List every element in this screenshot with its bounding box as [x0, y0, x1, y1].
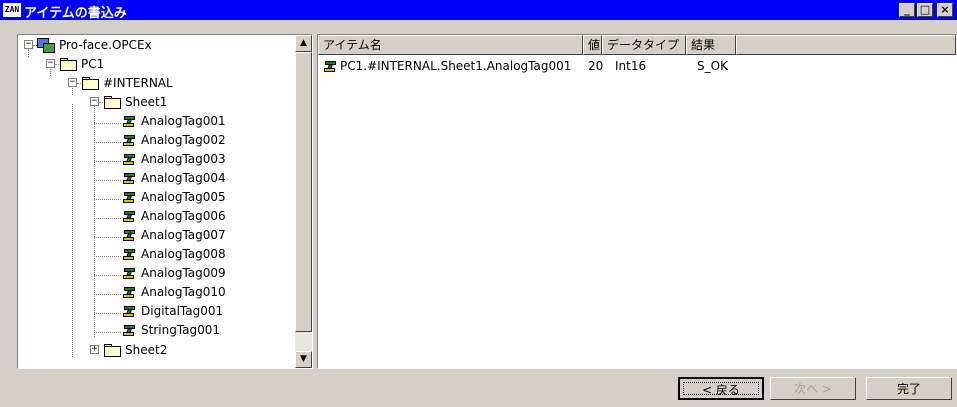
- collapse-icon[interactable]: −: [68, 78, 77, 87]
- tree-node-pro-face-opcex[interactable]: − Pro-face.OPCEx: [18, 36, 288, 55]
- tag-icon: [324, 60, 337, 73]
- item-list[interactable]: アイテム名 値 データタイプ 結果 PC1.#INTERNAL.Sheet1.A…: [317, 34, 957, 369]
- tree-node-internal[interactable]: − #INTERNAL: [18, 74, 288, 93]
- tag-icon: [123, 153, 136, 166]
- minimize-button[interactable]: _: [899, 3, 915, 17]
- tree-node-analogtag006[interactable]: AnalogTag006: [18, 207, 288, 226]
- tree-node-analogtag001[interactable]: AnalogTag001: [18, 112, 288, 131]
- row-data-type: Int16: [615, 59, 647, 73]
- tree-node-stringtag001[interactable]: StringTag001: [18, 321, 288, 340]
- column-header-item-name[interactable]: アイテム名: [318, 35, 583, 55]
- tag-icon: [123, 115, 136, 128]
- tree-node-digitaltag001[interactable]: DigitalTag001: [18, 302, 288, 321]
- tree-node-analogtag002[interactable]: AnalogTag002: [18, 131, 288, 150]
- tree-node-label: AnalogTag005: [141, 190, 226, 204]
- collapse-icon[interactable]: −: [46, 59, 55, 68]
- tag-icon: [123, 267, 136, 280]
- window-title: アイテムの書込み: [24, 6, 127, 21]
- next-button[interactable]: 次へ >: [770, 377, 856, 400]
- item-tree[interactable]: − Pro-face.OPCEx − PC1 − #INTERNAL − She…: [17, 34, 313, 369]
- tree-node-label: AnalogTag003: [141, 152, 226, 166]
- column-header-data-type[interactable]: データタイプ: [602, 35, 686, 55]
- tree-node-label: AnalogTag002: [141, 133, 226, 147]
- tag-icon: [123, 191, 136, 204]
- tree-node-label: AnalogTag009: [141, 266, 226, 280]
- folder-icon: [60, 58, 77, 71]
- expand-icon[interactable]: +: [90, 345, 99, 354]
- finish-button[interactable]: 完了: [866, 377, 952, 400]
- tag-icon: [123, 172, 136, 185]
- tree-node-analogtag010[interactable]: AnalogTag010: [18, 283, 288, 302]
- column-header-empty: [736, 35, 956, 55]
- scroll-down-button[interactable]: ▼: [295, 351, 312, 368]
- tree-node-label: AnalogTag007: [141, 228, 226, 242]
- close-button[interactable]: ×: [937, 3, 953, 17]
- row-item-name: PC1.#INTERNAL.Sheet1.AnalogTag001: [340, 59, 572, 73]
- opc-server-icon: [37, 38, 55, 53]
- folder-icon: [104, 344, 121, 357]
- tag-icon: [123, 229, 136, 242]
- tree-node-label: Pro-face.OPCEx: [59, 38, 152, 52]
- tree-node-label: Sheet1: [125, 95, 168, 109]
- tree-node-label: AnalogTag004: [141, 171, 226, 185]
- folder-icon: [104, 96, 121, 109]
- column-header-value[interactable]: 値: [583, 35, 602, 55]
- tree-node-analogtag003[interactable]: AnalogTag003: [18, 150, 288, 169]
- row-result: S_OK: [697, 59, 728, 73]
- tag-icon: [123, 286, 136, 299]
- tree-node-sheet1[interactable]: − Sheet1: [18, 93, 288, 112]
- tree-node-analogtag009[interactable]: AnalogTag009: [18, 264, 288, 283]
- scroll-up-button[interactable]: ▲: [295, 35, 312, 52]
- tag-icon: [123, 305, 136, 318]
- tree-node-label: PC1: [81, 57, 105, 71]
- tree-node-label: DigitalTag001: [141, 304, 224, 318]
- tree-vertical-scrollbar[interactable]: ▲ ▼: [295, 35, 312, 368]
- tree-node-sheet2[interactable]: + Sheet2: [18, 341, 288, 360]
- tree-node-pc1[interactable]: − PC1: [18, 55, 288, 74]
- column-header-result[interactable]: 結果: [686, 35, 736, 55]
- tree-node-analogtag005[interactable]: AnalogTag005: [18, 188, 288, 207]
- tag-icon: [123, 210, 136, 223]
- tree-node-label: #INTERNAL: [103, 76, 173, 90]
- tag-icon: [123, 324, 136, 337]
- tree-node-label: AnalogTag001: [141, 114, 226, 128]
- scroll-thumb[interactable]: [295, 52, 312, 332]
- title-bar[interactable]: ZAN アイテムの書込み _ □ ×: [0, 0, 957, 21]
- collapse-icon[interactable]: −: [24, 40, 33, 49]
- tree-node-label: AnalogTag010: [141, 285, 226, 299]
- tree-node-analogtag004[interactable]: AnalogTag004: [18, 169, 288, 188]
- tree-node-analogtag007[interactable]: AnalogTag007: [18, 226, 288, 245]
- tree-node-label: AnalogTag006: [141, 209, 226, 223]
- tree-node-label: StringTag001: [141, 323, 221, 337]
- tree-node-analogtag008[interactable]: AnalogTag008: [18, 245, 288, 264]
- tag-icon: [123, 248, 136, 261]
- maximize-button[interactable]: □: [917, 3, 933, 17]
- focus-rect: [683, 382, 759, 395]
- row-value: 20: [588, 59, 604, 73]
- folder-icon: [82, 77, 99, 90]
- tag-icon: [123, 134, 136, 147]
- collapse-icon[interactable]: −: [90, 97, 99, 106]
- back-button[interactable]: < 戻る: [678, 377, 764, 400]
- app-icon: ZAN: [3, 3, 21, 17]
- tree-node-label: Sheet2: [125, 343, 168, 357]
- tree-node-label: AnalogTag008: [141, 247, 226, 261]
